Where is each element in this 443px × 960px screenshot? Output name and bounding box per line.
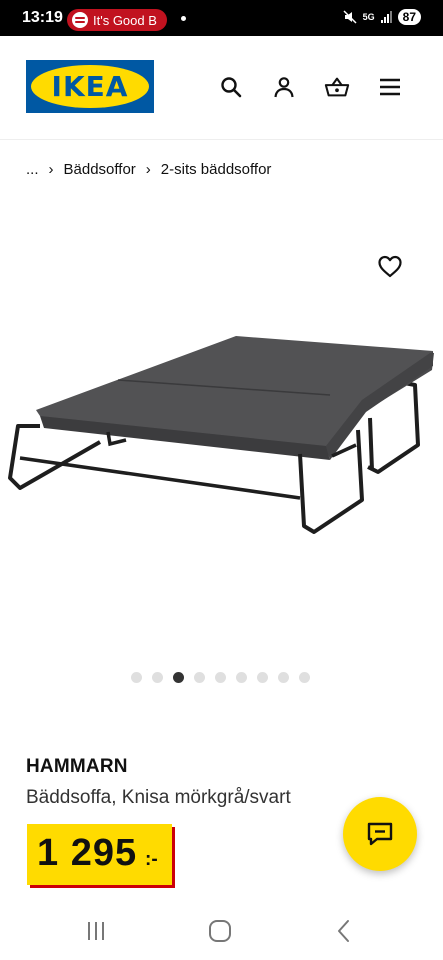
account-icon [274,77,294,98]
account-button[interactable] [271,74,297,100]
recent-apps-icon [88,922,104,940]
spotify-icon [72,12,88,28]
home-icon [209,920,231,942]
search-button[interactable] [218,74,244,100]
back-button[interactable] [329,918,359,944]
now-playing-pill[interactable]: It's Good B [67,9,167,31]
navigation-bar [0,900,443,960]
menu-icon [380,78,400,96]
network-label: 5G [362,11,375,22]
chat-icon [367,822,393,846]
mute-icon [343,10,357,24]
basket-button[interactable] [324,74,350,100]
carousel-dots [131,672,310,683]
home-button[interactable] [205,918,235,944]
carousel-dot[interactable] [278,672,289,683]
recent-apps-button[interactable] [81,918,111,944]
carousel-dot[interactable] [173,672,184,683]
chevron-right-icon: › [145,161,151,178]
logo-text: IKEA [51,70,129,103]
breadcrumb-item-baddsoffor[interactable]: Bäddsoffor [64,161,136,178]
notification-dot [181,16,186,21]
price-value: 1 295 [37,832,138,874]
chevron-right-icon: › [48,161,54,178]
status-icons: 5G 87 [343,9,421,25]
carousel-dot[interactable] [194,672,205,683]
chat-button[interactable] [343,797,417,871]
carousel-dot[interactable] [299,672,310,683]
product-description: Bäddsoffa, Knisa mörkgrå/svart [26,787,291,808]
back-icon [338,920,349,942]
status-time: 13:19 [22,9,63,26]
signal-icon [380,11,392,23]
status-bar: 13:19 It's Good B 5G 87 [0,0,443,36]
battery-level: 87 [397,9,421,25]
product-name[interactable]: HAMMARN [26,756,128,778]
sofa-bed-image [8,336,434,534]
ikea-logo[interactable]: IKEA [26,60,154,113]
breadcrumb-item-2-sits[interactable]: 2-sits bäddsoffor [161,161,272,178]
site-header: IKEA [0,36,443,140]
breadcrumb-ellipsis[interactable]: ... [26,161,39,178]
product-image[interactable] [0,220,443,650]
breadcrumb: ... › Bäddsoffor › 2-sits bäddsoffor [26,161,271,178]
carousel-dot[interactable] [215,672,226,683]
search-icon [221,77,242,98]
now-playing-text: It's Good B [93,12,157,28]
price-tag: 1 295 :- [27,824,172,885]
carousel-dot[interactable] [152,672,163,683]
carousel-dot[interactable] [257,672,268,683]
price-suffix: :- [145,849,158,870]
menu-button[interactable] [377,74,403,100]
carousel-dot[interactable] [131,672,142,683]
header-actions [218,74,403,100]
carousel-dot[interactable] [236,672,247,683]
basket-icon [324,77,350,97]
